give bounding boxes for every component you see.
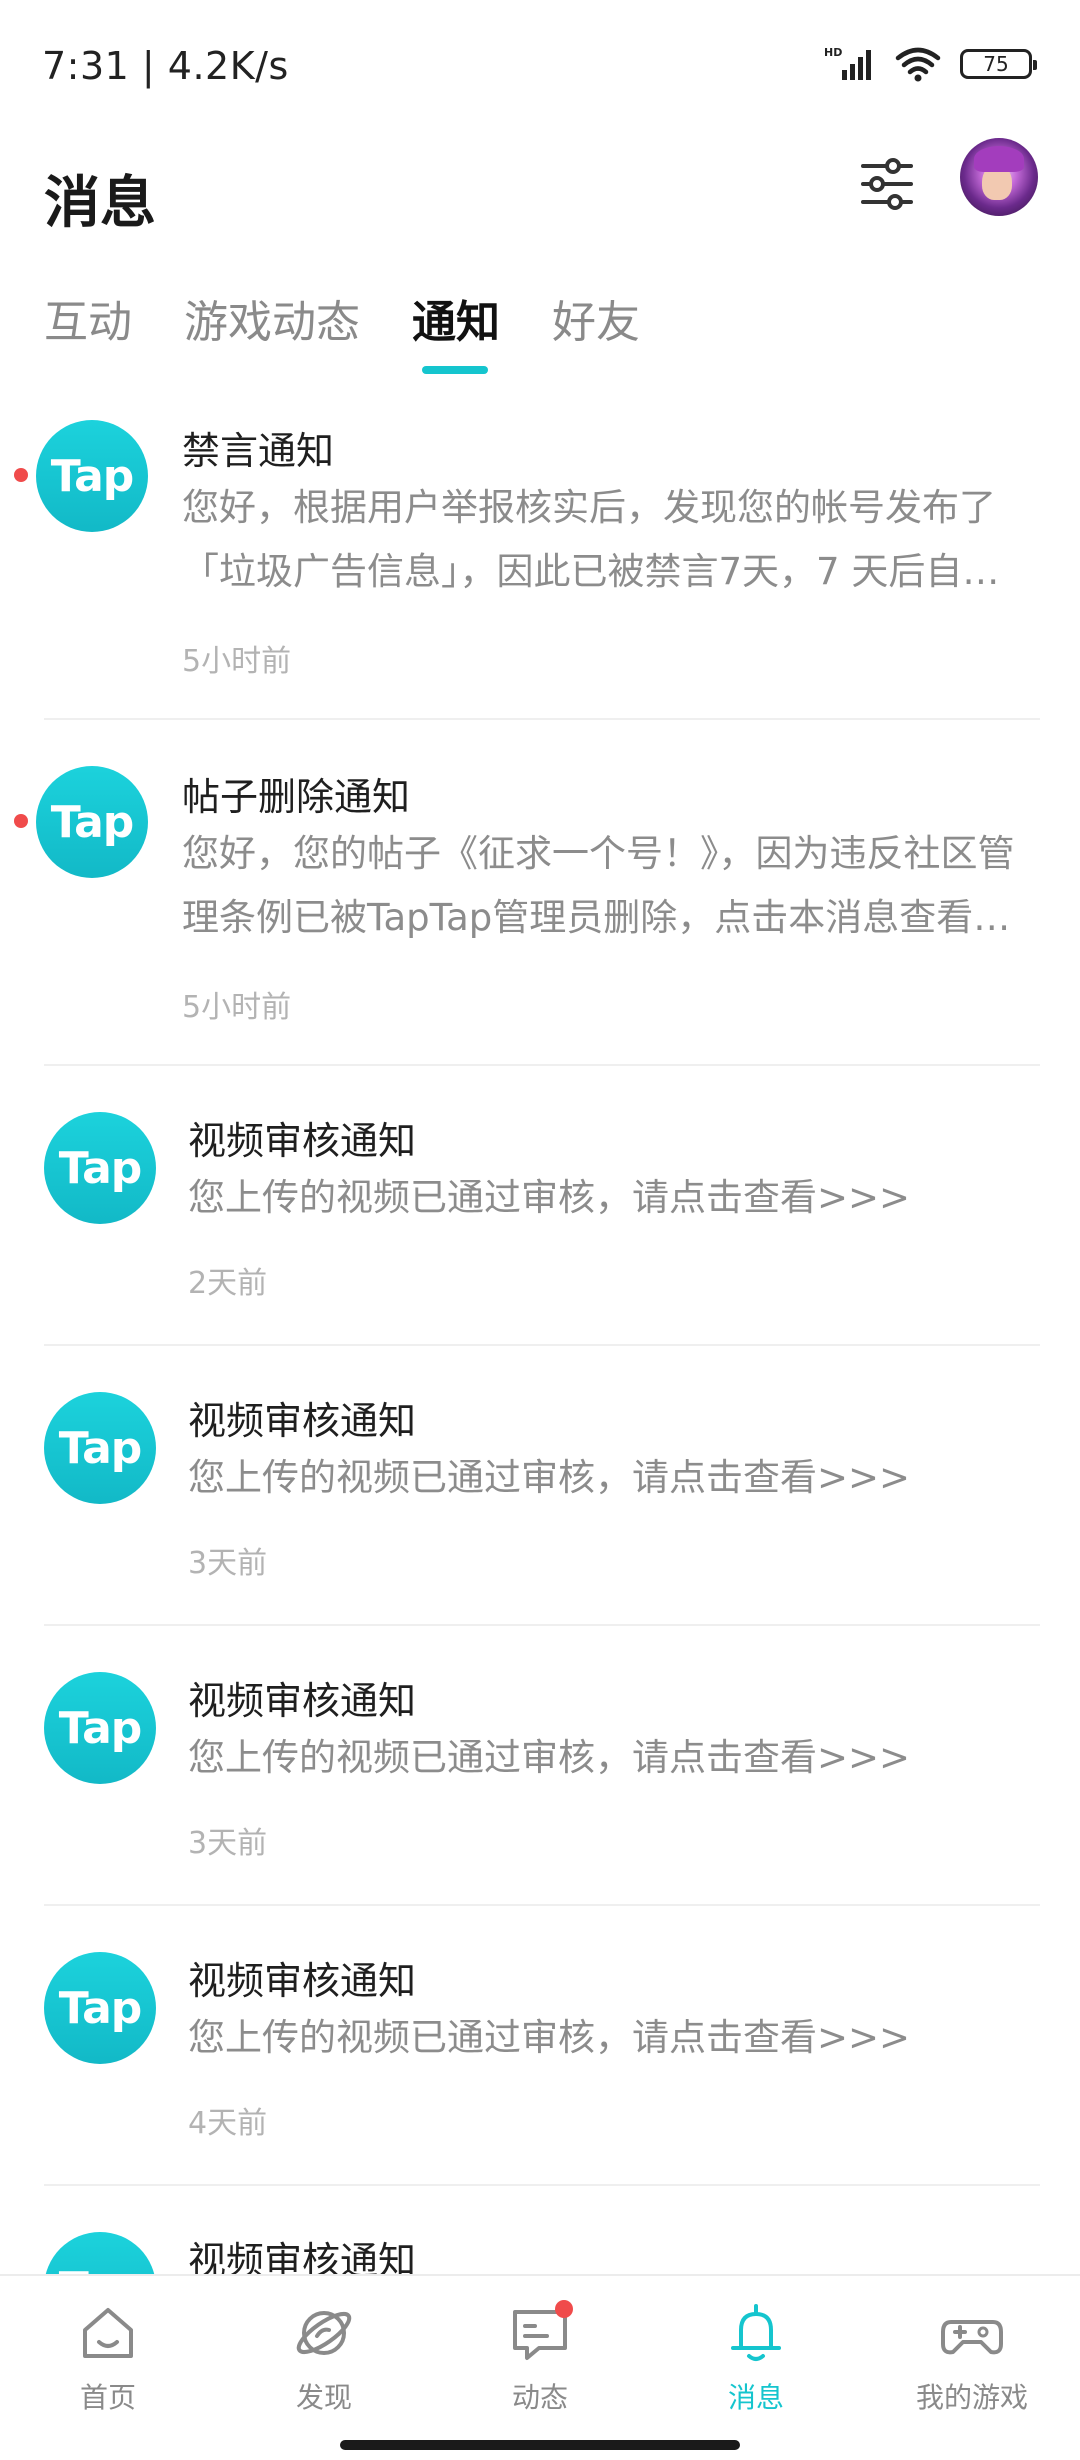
notification-body: 您上传的视频已通过审核，请点击查看>>> <box>188 1456 911 1499</box>
tab-interaction[interactable]: 互动 <box>44 286 132 350</box>
notification-body: 您好，您的帖子《征求一个号！》，因为违反社区管理条例已被TapTap管理员删除，… <box>182 832 1015 939</box>
nav-feed-label: 动态 <box>511 2381 568 2414</box>
tab-friends[interactable]: 好友 <box>552 286 640 350</box>
sliders-icon <box>861 158 913 210</box>
taptap-logo-icon: Tap <box>44 1112 156 1224</box>
tab-notifications[interactable]: 通知 <box>412 286 500 350</box>
nav-discover[interactable]: 发现 <box>244 2298 404 2418</box>
tab-active-indicator <box>422 366 488 374</box>
tab-bar: 互动 游戏动态 通知 好友 <box>0 270 1080 380</box>
notification-title: 视频审核通知 <box>188 1119 417 1163</box>
status-time-speed: 7:31 | 4.2K/s <box>42 44 289 88</box>
avatar[interactable] <box>960 138 1038 216</box>
notification-body: 您上传的视频已通过审核，请点击查看>>> <box>188 2016 911 2059</box>
bell-icon <box>721 2298 791 2368</box>
nav-home[interactable]: 首页 <box>28 2298 188 2418</box>
divider <box>44 1344 1040 1346</box>
home-icon <box>73 2298 143 2368</box>
unread-dot <box>14 468 28 482</box>
cellular-signal-icon: HD <box>824 46 871 80</box>
notification-time: 5小时前 <box>182 990 292 1025</box>
notification-time: 3天前 <box>188 1826 268 1861</box>
nav-my-games-label: 我的游戏 <box>915 2381 1028 2414</box>
page-title: 消息 <box>44 171 156 236</box>
taptap-logo-icon: Tap <box>44 1952 156 2064</box>
notification-item[interactable]: Tap 视频审核通知 您上传的视频已通过审核，请点击查看>>> 2天前 <box>0 1090 1080 1350</box>
notification-item[interactable]: Tap 视频审核通知 您上传的视频已通过审核，请点击查看>>> 3天前 <box>0 1370 1080 1630</box>
notification-title: 视频审核通知 <box>188 2239 417 2274</box>
nav-messages[interactable]: 消息 <box>676 2298 836 2418</box>
home-indicator[interactable] <box>340 2440 740 2450</box>
status-icons: HD 75 <box>824 44 1037 84</box>
wifi-icon <box>895 47 941 82</box>
notification-title: 视频审核通知 <box>188 1679 417 1723</box>
notification-body: 您上传的视频已通过审核，请点击查看>>> <box>188 1736 911 1779</box>
notification-item[interactable]: Tap 禁言通知 您好，根据用户举报核实后，发现您的帐号发布了「垃圾广告信息」，… <box>0 400 1080 720</box>
filter-button[interactable] <box>852 144 922 224</box>
notification-body: 您上传的视频已通过审核，请点击查看>>> <box>188 1176 911 1219</box>
nav-my-games[interactable]: 我的游戏 <box>892 2298 1052 2418</box>
taptap-logo-icon: Tap <box>44 1672 156 1784</box>
battery-icon: 75 <box>960 49 1037 79</box>
chat-icon <box>505 2298 575 2368</box>
taptap-logo-icon: Tap <box>44 1392 156 1504</box>
taptap-logo-icon: Tap <box>44 2232 156 2274</box>
notification-title: 视频审核通知 <box>188 1399 417 1443</box>
taptap-logo-icon: Tap <box>36 420 148 532</box>
notification-time: 5小时前 <box>182 644 292 679</box>
nav-discover-label: 发现 <box>295 2381 352 2414</box>
notification-body: 您好，根据用户举报核实后，发现您的帐号发布了「垃圾广告信息」，因此已被禁言7天，… <box>182 486 1000 593</box>
notification-time: 4天前 <box>188 2106 268 2141</box>
divider <box>44 718 1040 720</box>
notification-time: 3天前 <box>188 1546 268 1581</box>
nav-feed[interactable]: 动态 <box>460 2298 620 2418</box>
divider <box>44 1064 1040 1066</box>
nav-home-label: 首页 <box>79 2381 136 2414</box>
unread-dot <box>14 814 28 828</box>
gamepad-icon <box>937 2298 1007 2368</box>
notification-item[interactable]: Tap 帖子删除通知 您好，您的帖子《征求一个号！》，因为违反社区管理条例已被T… <box>0 746 1080 1066</box>
taptap-logo-icon: Tap <box>36 766 148 878</box>
notification-time: 2天前 <box>188 1266 268 1301</box>
bottom-nav: 首页 发现 动态 消息 我的游戏 <box>0 2274 1080 2460</box>
status-bar: 7:31 | 4.2K/s HD 75 <box>0 0 1080 130</box>
notification-badge <box>555 2300 573 2318</box>
notification-title: 视频审核通知 <box>188 1959 417 2003</box>
planet-icon <box>289 2298 359 2368</box>
tab-game-updates[interactable]: 游戏动态 <box>184 286 360 350</box>
notification-item[interactable]: Tap 视频审核通知 您上传的视频已通过审核，请点击查看>>> 3天前 <box>0 1650 1080 1910</box>
svg-text:HD: HD <box>824 46 842 59</box>
notification-item[interactable]: Tap 视频审核通知 <box>0 2210 1080 2274</box>
divider <box>44 1624 1040 1626</box>
notification-title: 禁言通知 <box>182 429 335 473</box>
divider <box>44 2184 1040 2186</box>
divider <box>44 1904 1040 1906</box>
notification-title: 帖子删除通知 <box>182 775 411 819</box>
notification-item[interactable]: Tap 视频审核通知 您上传的视频已通过审核，请点击查看>>> 4天前 <box>0 1930 1080 2190</box>
nav-messages-label: 消息 <box>727 2381 784 2414</box>
